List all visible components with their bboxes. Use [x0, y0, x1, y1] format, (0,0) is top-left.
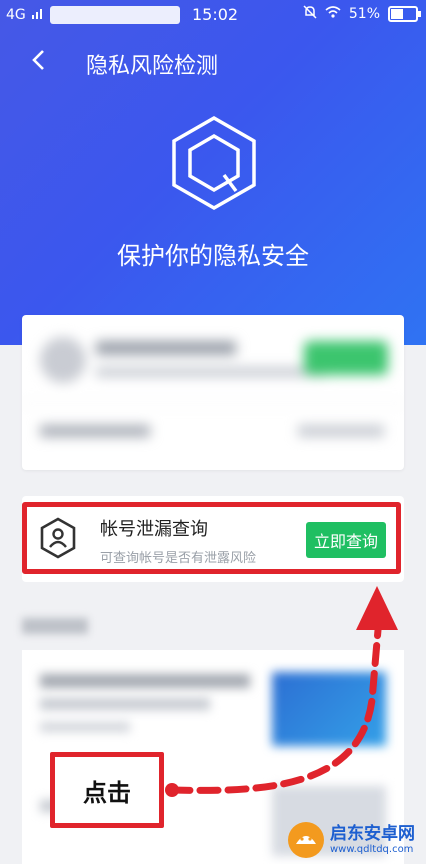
- carrier-redacted: [49, 6, 180, 24]
- account-shield-icon: [40, 517, 76, 559]
- account-leak-title: 帐号泄漏查询: [100, 519, 208, 540]
- wifi-icon: [325, 6, 341, 22]
- status-bar: 4G 15:02 51%: [0, 0, 426, 30]
- blurred-section-label: [22, 618, 88, 634]
- account-leak-description: 可查询帐号是否有泄露风险: [100, 551, 257, 566]
- page-title: 隐私风险检测: [86, 54, 219, 79]
- watermark-logo-icon: [288, 821, 324, 858]
- privacy-shield-logo-icon: [172, 115, 256, 211]
- click-callout: 点击: [50, 752, 164, 828]
- battery-percent: 51%: [348, 6, 380, 22]
- top-nav: 隐私风险检测: [0, 40, 426, 84]
- query-now-button[interactable]: 立即查询: [306, 522, 386, 558]
- battery-icon: [388, 6, 421, 22]
- site-watermark: 启东安卓网 www.qdltdq.com: [286, 815, 426, 864]
- clock: 15:02: [192, 5, 239, 24]
- hero-subtitle: 保护你的隐私安全: [117, 242, 309, 270]
- watermark-title: 启东安卓网: [330, 823, 415, 844]
- silent-bell-icon: [303, 5, 317, 23]
- watermark-url: www.qdltdq.com: [330, 843, 414, 855]
- signal-icon: [31, 7, 44, 23]
- blurred-scan-card: [22, 315, 404, 470]
- network-label: 4G: [6, 7, 26, 23]
- chevron-left-icon[interactable]: [30, 46, 46, 79]
